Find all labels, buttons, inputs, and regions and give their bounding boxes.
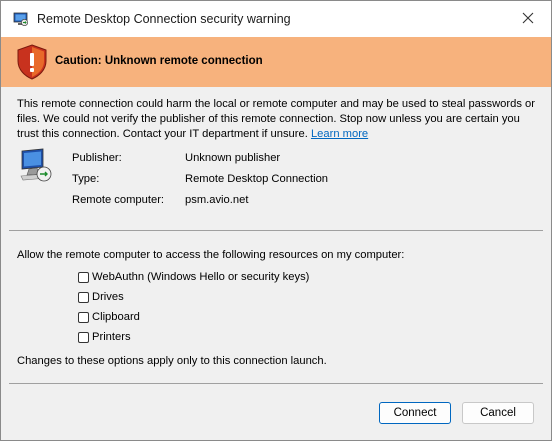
caution-banner: Caution: Unknown remote connection bbox=[1, 37, 551, 87]
type-label: Type: bbox=[72, 173, 100, 185]
warning-paragraph: This remote connection could harm the lo… bbox=[17, 97, 535, 142]
close-button[interactable] bbox=[505, 1, 551, 37]
webauthn-label: WebAuthn (Windows Hello or security keys… bbox=[92, 271, 310, 283]
close-icon bbox=[522, 12, 534, 27]
printers-checkbox[interactable] bbox=[78, 331, 89, 343]
remote-computer-icon bbox=[19, 147, 53, 185]
printers-checkbox-row[interactable]: Printers bbox=[78, 331, 131, 343]
resources-label: Allow the remote computer to access the … bbox=[17, 249, 405, 261]
banner-heading: Caution: Unknown remote connection bbox=[55, 55, 263, 67]
webauthn-checkbox-row[interactable]: WebAuthn (Windows Hello or security keys… bbox=[78, 271, 309, 283]
window-title: Remote Desktop Connection security warni… bbox=[37, 12, 291, 26]
cancel-button[interactable]: Cancel bbox=[462, 402, 534, 424]
remote-computer-value: psm.avio.net bbox=[185, 194, 249, 206]
publisher-value: Unknown publisher bbox=[185, 152, 281, 164]
options-note: Changes to these options apply only to t… bbox=[17, 355, 327, 367]
drives-label: Drives bbox=[92, 291, 124, 303]
dialog-window: Remote Desktop Connection security warni… bbox=[0, 0, 552, 441]
warning-shield-icon bbox=[15, 43, 49, 81]
printers-label: Printers bbox=[92, 331, 131, 343]
connect-button[interactable]: Connect bbox=[379, 402, 451, 424]
drives-checkbox[interactable] bbox=[78, 291, 89, 303]
clipboard-checkbox[interactable] bbox=[78, 311, 89, 323]
remote-computer-label: Remote computer: bbox=[72, 194, 165, 206]
warning-text: This remote connection could harm the lo… bbox=[17, 98, 535, 140]
title-bar: Remote Desktop Connection security warni… bbox=[1, 1, 551, 37]
divider bbox=[9, 230, 543, 231]
drives-checkbox-row[interactable]: Drives bbox=[78, 291, 124, 303]
divider bbox=[9, 383, 543, 384]
clipboard-label: Clipboard bbox=[92, 311, 140, 323]
learn-more-link[interactable]: Learn more bbox=[311, 128, 368, 140]
remote-desktop-icon bbox=[13, 11, 29, 27]
type-value: Remote Desktop Connection bbox=[185, 173, 329, 185]
publisher-label: Publisher: bbox=[72, 152, 122, 164]
webauthn-checkbox[interactable] bbox=[78, 271, 89, 283]
clipboard-checkbox-row[interactable]: Clipboard bbox=[78, 311, 140, 323]
